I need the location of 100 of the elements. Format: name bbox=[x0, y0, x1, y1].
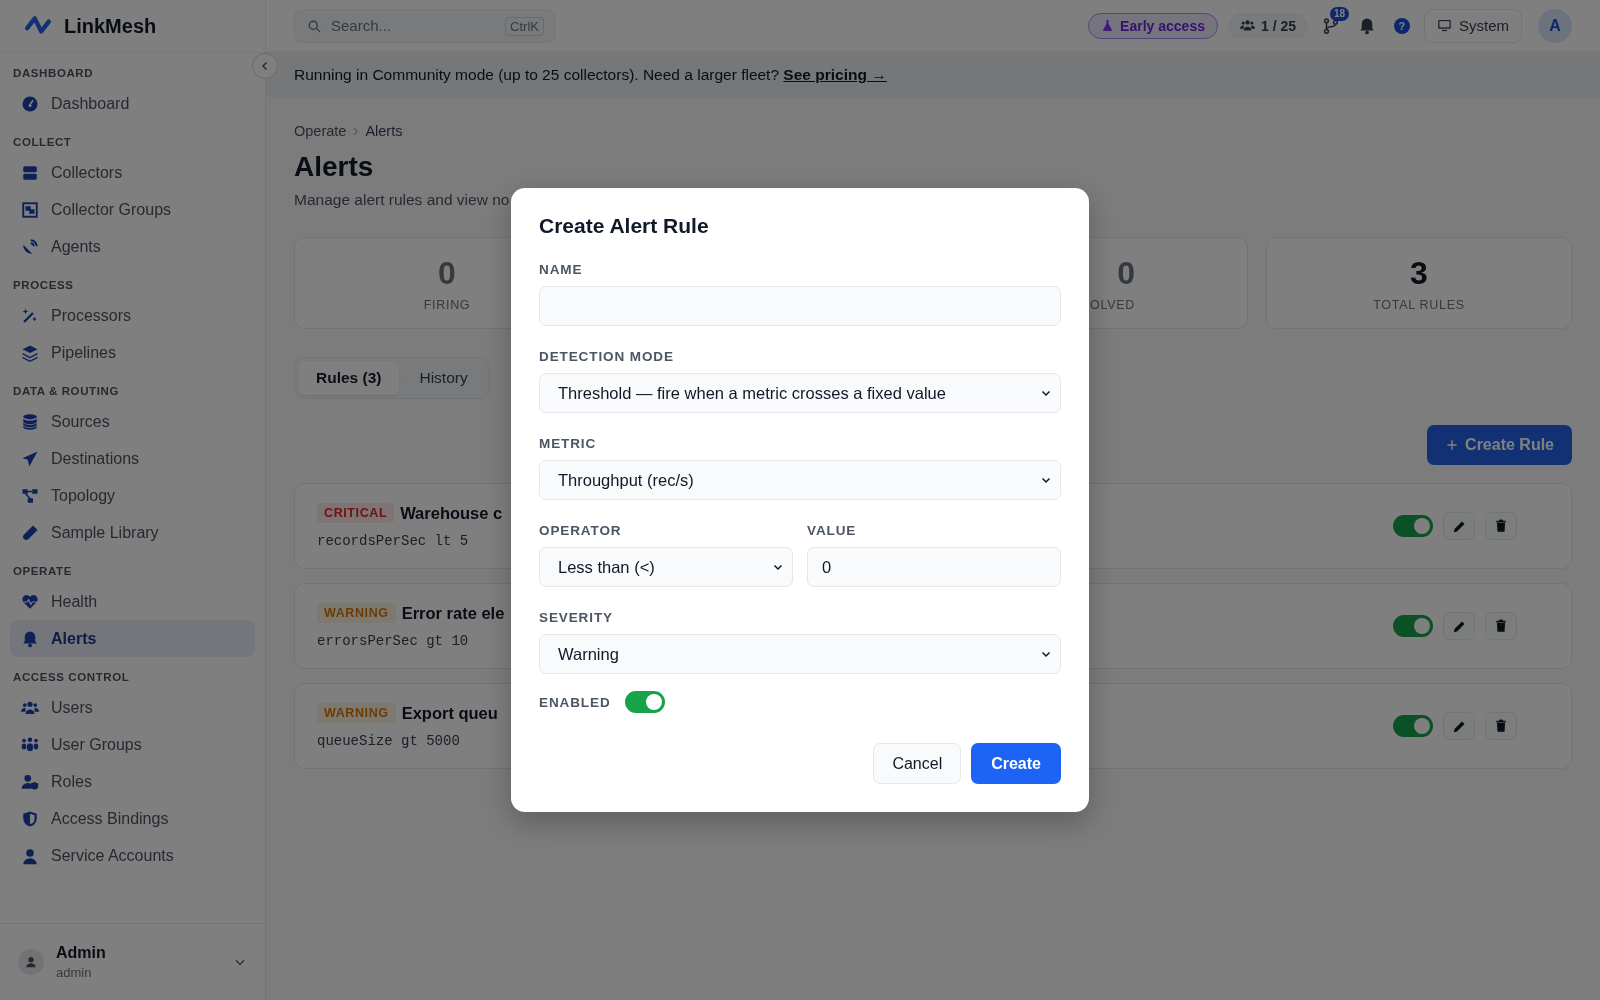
user-login: admin bbox=[56, 965, 93, 980]
toggle-switch[interactable] bbox=[1393, 715, 1433, 737]
paper-plane-icon bbox=[21, 449, 39, 468]
shield-icon bbox=[21, 809, 39, 828]
nav-item[interactable]: Alerts bbox=[10, 620, 255, 657]
banner-message: Running in Community mode (up to 25 collectors). Need a larger fleet? See pricing → bbox=[294, 65, 887, 84]
nav-item[interactable]: Access Bindings bbox=[10, 800, 255, 837]
toggle-switch[interactable] bbox=[1393, 515, 1433, 537]
satellite-dish-icon bbox=[21, 237, 39, 256]
section-heading: OPERATE bbox=[12, 564, 73, 579]
section-heading: DATA & ROUTING bbox=[12, 384, 120, 399]
help-button[interactable]: ? bbox=[1394, 17, 1410, 34]
dropdown[interactable]: Warning bbox=[539, 634, 1061, 674]
text-field[interactable] bbox=[539, 286, 1061, 326]
trash-icon bbox=[1494, 619, 1508, 633]
text-field[interactable]: 0 bbox=[807, 547, 1061, 587]
tab[interactable]: History bbox=[401, 361, 486, 395]
server-icon bbox=[21, 163, 39, 182]
vial-icon bbox=[21, 523, 39, 542]
monitor-icon bbox=[1437, 18, 1452, 33]
heart-pulse-icon bbox=[21, 592, 39, 611]
page-title: Alerts bbox=[294, 151, 375, 183]
nav-item[interactable]: Collectors bbox=[10, 154, 255, 191]
breadcrumb-link[interactable]: Operate bbox=[294, 123, 347, 139]
delete-button[interactable] bbox=[1485, 612, 1517, 640]
trash-icon bbox=[1494, 519, 1508, 533]
cancel-button[interactable]: Cancel bbox=[873, 743, 962, 784]
early-access-badge[interactable]: Early access bbox=[1088, 12, 1218, 39]
create-rule-button[interactable]: Create Rule bbox=[1427, 425, 1572, 465]
delete-button[interactable] bbox=[1485, 712, 1517, 740]
rule-name: Warehouse c bbox=[400, 503, 503, 523]
tab[interactable]: Rules (3) bbox=[298, 361, 400, 395]
nav-item[interactable]: Topology bbox=[10, 477, 255, 514]
field-label: NAME bbox=[539, 262, 584, 277]
nav-item[interactable]: Health bbox=[10, 583, 255, 620]
user-avatar[interactable]: A bbox=[1538, 8, 1572, 43]
dropdown[interactable]: Less than (<) bbox=[539, 547, 793, 587]
breadcrumb-current: Alerts bbox=[365, 123, 403, 139]
magic-wand-icon bbox=[21, 306, 39, 325]
rule-name: Export queu bbox=[401, 703, 498, 723]
rule-condition: errorsPerSec gt 10 bbox=[317, 633, 470, 649]
search-icon bbox=[307, 18, 322, 34]
field-label: METRIC bbox=[539, 436, 598, 451]
plus-icon bbox=[1445, 438, 1460, 452]
edit-button[interactable] bbox=[1443, 712, 1475, 740]
field-label: VALUE bbox=[807, 523, 858, 538]
gauge-icon bbox=[21, 94, 39, 113]
user-icon bbox=[21, 846, 39, 865]
stat-value: 0 bbox=[1117, 254, 1135, 292]
bell-icon bbox=[1358, 16, 1376, 35]
nav-item[interactable]: Processors bbox=[10, 297, 255, 334]
network-icon bbox=[21, 486, 39, 505]
stat-value: 0 bbox=[438, 254, 456, 292]
object-group-icon bbox=[21, 200, 39, 219]
layers-icon bbox=[21, 343, 39, 362]
app-name: LinkMesh bbox=[64, 14, 157, 38]
nav-item[interactable]: Collector Groups bbox=[10, 191, 255, 228]
stat-value: 3 bbox=[1410, 254, 1428, 292]
rule-name: Error rate ele bbox=[401, 603, 505, 623]
rule-condition: queueSize gt 5000 bbox=[317, 733, 461, 749]
nav-item[interactable]: Destinations bbox=[10, 440, 255, 477]
nav-item[interactable]: Users bbox=[10, 689, 255, 726]
dropdown[interactable]: Throughput (rec/s) bbox=[539, 460, 1061, 500]
field-label: ENABLED bbox=[539, 694, 611, 710]
nav-item[interactable]: Roles bbox=[10, 763, 255, 800]
nav-item[interactable]: Service Accounts bbox=[10, 837, 255, 874]
theme-button[interactable]: System bbox=[1424, 8, 1522, 43]
flask-icon bbox=[1101, 19, 1115, 32]
nav-item[interactable]: User Groups bbox=[10, 726, 255, 763]
pricing-link[interactable]: See pricing → bbox=[783, 65, 887, 83]
create-button[interactable]: Create bbox=[971, 743, 1061, 784]
people-group-icon bbox=[21, 735, 39, 754]
users-icon bbox=[1239, 18, 1255, 33]
severity-badge: WARNING bbox=[317, 703, 396, 723]
toggle-switch[interactable] bbox=[1393, 615, 1433, 637]
dropdown[interactable]: Threshold — fire when a metric crosses a fixed value bbox=[539, 373, 1061, 413]
seat-count: 1 / 25 bbox=[1227, 12, 1308, 39]
nav-item[interactable]: Agents bbox=[10, 228, 255, 265]
nav-item[interactable]: Sample Library bbox=[10, 514, 255, 551]
section-heading: PROCESS bbox=[12, 278, 75, 293]
rule-condition: recordsPerSec lt 5 bbox=[317, 533, 470, 549]
field-label: DETECTION MODE bbox=[539, 349, 675, 364]
toggle-switch[interactable] bbox=[624, 691, 665, 713]
dialog-title: Create Alert Rule bbox=[539, 214, 710, 238]
section-heading: COLLECT bbox=[12, 135, 73, 150]
section-heading: DASHBOARD bbox=[12, 66, 95, 81]
stat-label: OLVED bbox=[1090, 297, 1135, 312]
bell-icon bbox=[21, 629, 39, 648]
nav-item[interactable]: Pipelines bbox=[10, 334, 255, 371]
severity-badge: WARNING bbox=[317, 603, 396, 623]
page-subtitle: Manage alert rules and view no bbox=[294, 191, 511, 209]
trash-icon bbox=[1494, 719, 1508, 733]
edit-button[interactable] bbox=[1443, 512, 1475, 540]
nav-item[interactable]: Dashboard bbox=[10, 85, 255, 122]
edit-button[interactable] bbox=[1443, 612, 1475, 640]
severity-badge: CRITICAL bbox=[317, 503, 395, 523]
nav-item[interactable]: Sources bbox=[10, 403, 255, 440]
section-heading: ACCESS CONTROL bbox=[12, 670, 131, 685]
delete-button[interactable] bbox=[1485, 512, 1517, 540]
field-label: OPERATOR bbox=[539, 523, 623, 538]
